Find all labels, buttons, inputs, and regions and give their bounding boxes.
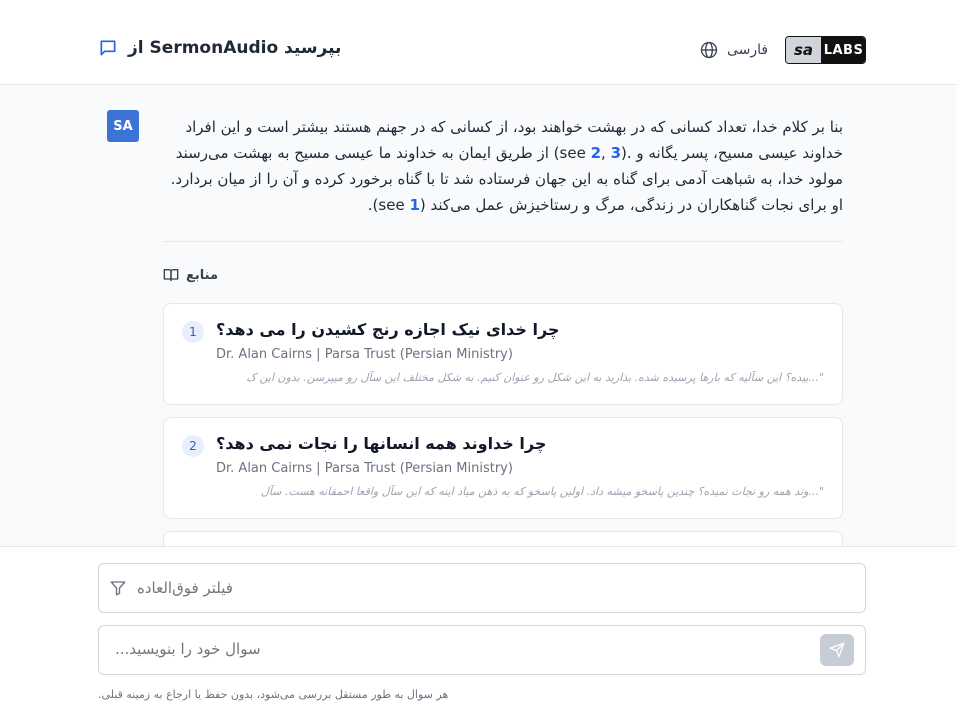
language-label: فارسی [727, 42, 769, 58]
context-note: هر سوال به طور مستقل بررسی می‌شود، بدون … [98, 688, 449, 701]
sources-heading: منابع [163, 267, 218, 283]
globe-icon [699, 40, 719, 60]
source-title[interactable]: چرا خدای نیک اجازه رنج کشیدن را می دهد؟ [216, 320, 559, 339]
logo-sa: sa [786, 37, 822, 63]
language-selector[interactable]: فارسی [699, 40, 768, 60]
logo-labs: LABS [822, 37, 865, 63]
citation-link[interactable]: 2 [591, 144, 601, 162]
source-author: Dr. Alan Cairns | Parsa Trust (Persian M… [216, 461, 513, 476]
citation-link[interactable]: 3 [611, 144, 621, 162]
answer-line: مولود خدا، به شباهت آدمی برای گناه به ای… [170, 170, 843, 188]
filter-input[interactable] [137, 579, 437, 597]
send-button[interactable] [820, 634, 854, 666]
answer-line: بنا بر کلام خدا، تعداد کسانی که در بهشت … [185, 118, 843, 136]
book-icon [163, 267, 179, 283]
source-card-partial[interactable] [163, 531, 843, 546]
source-excerpt: "...بیده؟ این سآلیه که بارها پرسیده شده.… [246, 371, 824, 384]
answer-line: خداوند عیسی مسیح، پسر یگانه و .(see 2, 3… [175, 144, 843, 162]
source-author: Dr. Alan Cairns | Parsa Trust (Persian M… [216, 347, 513, 362]
sa-labs-logo[interactable]: sa LABS [785, 36, 866, 64]
input-footer: هر سوال به طور مستقل بررسی می‌شود، بدون … [0, 546, 956, 717]
source-number: 2 [182, 435, 204, 457]
sources-label: منابع [186, 267, 218, 283]
app-header: بپرسید SermonAudio از فارسی sa LABS [0, 0, 956, 85]
question-field[interactable] [98, 625, 866, 675]
answer-line: او برای نجات گناهکاران در زندگی، مرگ و ر… [367, 196, 843, 214]
page-title: بپرسید SermonAudio از [128, 38, 342, 58]
source-card[interactable]: 1 چرا خدای نیک اجازه رنج کشیدن را می دهد… [163, 303, 843, 405]
source-title[interactable]: چرا خداوند همه انسانها را نجات نمی دهد؟ [216, 434, 546, 453]
conversation-area: SA بنا بر کلام خدا، تعداد کسانی که در به… [0, 86, 956, 546]
source-number: 1 [182, 321, 204, 343]
citation-link[interactable]: 1 [409, 196, 419, 214]
source-excerpt: "...وند همه رو نجات نمیده؟ چندین پاسخو م… [260, 485, 824, 498]
answer-text: بنا بر کلام خدا، تعداد کسانی که در بهشت … [163, 114, 843, 218]
assistant-avatar: SA [107, 110, 139, 142]
divider [163, 241, 843, 242]
chat-bubble-icon [98, 38, 118, 58]
question-input[interactable] [115, 640, 795, 658]
source-card[interactable]: 2 چرا خداوند همه انسانها را نجات نمی دهد… [163, 417, 843, 519]
filter-icon [109, 579, 127, 597]
send-icon [829, 642, 845, 658]
brand[interactable]: بپرسید SermonAudio از [98, 38, 341, 58]
filter-field[interactable] [98, 563, 866, 613]
